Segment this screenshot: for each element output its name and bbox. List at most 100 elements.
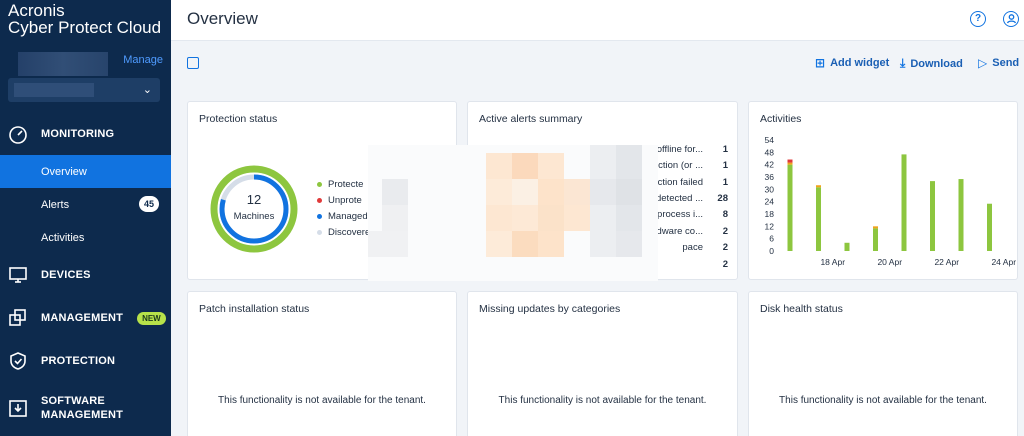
alert-name: offline for... bbox=[656, 144, 703, 155]
brand-product: Cyber Protect Cloud bbox=[8, 18, 162, 37]
alert-count: 1 bbox=[722, 144, 728, 155]
manage-link[interactable]: Manage bbox=[123, 54, 163, 66]
activity-bar-segment-1[interactable] bbox=[873, 226, 878, 229]
activity-bar-segment-0[interactable] bbox=[787, 164, 793, 251]
widget-missing-updates: Missing updates by categories This funct… bbox=[467, 291, 738, 436]
nav-section-label: SOFTWARE MANAGEMENT bbox=[41, 394, 123, 422]
alert-name: ction failed bbox=[657, 177, 703, 188]
unavailable-message: This functionality is not available for … bbox=[218, 395, 426, 406]
alert-count: 28 bbox=[717, 193, 728, 204]
activity-bar-segment-1[interactable] bbox=[787, 162, 793, 165]
widget-title: Patch installation status bbox=[199, 303, 310, 315]
send-button[interactable]: ▷ Send bbox=[978, 56, 1019, 70]
alert-name: pace bbox=[682, 242, 703, 253]
nav-section-label: MONITORING bbox=[41, 128, 115, 140]
alert-count: 8 bbox=[722, 209, 728, 220]
nav-section-monitoring[interactable]: MONITORING bbox=[0, 120, 171, 148]
nav-section-label: MANAGEMENT bbox=[41, 312, 124, 324]
legend-label: Discovere bbox=[328, 227, 371, 238]
donut-center-label: Machines bbox=[233, 211, 275, 222]
alert-name: dware co... bbox=[656, 226, 703, 237]
widget-disk-health: Disk health status This functionality is… bbox=[748, 291, 1018, 436]
gauge-icon bbox=[8, 124, 28, 144]
activity-bar-segment-0[interactable] bbox=[844, 242, 850, 251]
nav-label-line1: SOFTWARE bbox=[41, 395, 105, 407]
nav-section-management[interactable]: MANAGEMENT NEW bbox=[0, 304, 171, 332]
y-tick-label: 18 bbox=[765, 209, 775, 219]
add-widget-button[interactable]: ⊞ Add widget bbox=[815, 56, 889, 70]
tenant-selector[interactable]: ⌄ bbox=[8, 78, 160, 102]
download-icon: ⤓ bbox=[900, 56, 906, 70]
x-tick-label: 22 Apr bbox=[934, 257, 959, 267]
widget-title: Missing updates by categories bbox=[479, 303, 621, 315]
y-tick-label: 48 bbox=[765, 147, 775, 157]
legend-label: Unprote bbox=[328, 195, 362, 206]
nav-label-line2: MANAGEMENT bbox=[41, 409, 124, 421]
y-tick-label: 36 bbox=[765, 172, 775, 182]
activity-bar-segment-0[interactable] bbox=[816, 187, 821, 251]
sidebar-item-label: Alerts bbox=[41, 198, 70, 211]
sidebar-item-activities[interactable]: Activities bbox=[0, 221, 171, 254]
alert-count: 1 bbox=[722, 177, 728, 188]
protection-donut bbox=[210, 165, 298, 253]
legend-dot bbox=[317, 230, 322, 235]
legend-dot bbox=[317, 214, 322, 219]
widget-title: Disk health status bbox=[760, 303, 843, 315]
y-tick-label: 42 bbox=[765, 160, 775, 170]
widget-patch-installation: Patch installation status This functiona… bbox=[187, 291, 457, 436]
activity-bar-segment-2[interactable] bbox=[787, 159, 793, 163]
activity-bar-segment-0[interactable] bbox=[930, 181, 935, 251]
alert-count: 2 bbox=[722, 259, 728, 270]
top-header: Overview ? bbox=[171, 0, 1024, 41]
legend-dot bbox=[317, 198, 322, 203]
nav-section-label: DEVICES bbox=[41, 269, 91, 281]
legend-managed[interactable]: Managed bbox=[317, 211, 368, 222]
alert-count: 1 bbox=[722, 160, 728, 171]
brand-logo: Acronis Cyber Protect Cloud bbox=[8, 2, 161, 36]
legend-protected[interactable]: Protecte bbox=[317, 179, 363, 190]
sidebar-item-label: Overview bbox=[41, 165, 87, 178]
legend-dot bbox=[317, 182, 322, 187]
nav-section-devices[interactable]: DEVICES bbox=[0, 261, 171, 289]
page-title: Overview bbox=[187, 9, 258, 28]
activities-chart: 0 6 12 18 24 30 36 42 48 54 18 Apr 20 Apr 22 Apr 24 A… bbox=[765, 135, 1017, 267]
management-icon bbox=[8, 308, 28, 328]
tenant-row: Manage bbox=[8, 52, 163, 76]
sidebar-item-overview[interactable]: Overview bbox=[0, 155, 171, 188]
expand-icon[interactable] bbox=[187, 57, 199, 69]
redaction-overlay bbox=[368, 145, 658, 281]
alert-count: 2 bbox=[722, 242, 728, 253]
x-tick-label: 20 Apr bbox=[877, 257, 902, 267]
activity-bar-segment-0[interactable] bbox=[873, 228, 878, 251]
help-icon[interactable]: ? bbox=[970, 11, 986, 27]
monitor-icon bbox=[8, 265, 28, 285]
nav-section-protection[interactable]: PROTECTION bbox=[0, 347, 171, 375]
y-tick-label: 12 bbox=[765, 221, 775, 231]
sidebar: Acronis Cyber Protect Cloud Manage ⌄ MON… bbox=[0, 0, 171, 436]
activity-bar-segment-1[interactable] bbox=[816, 185, 821, 188]
sidebar-item-alerts[interactable]: Alerts 45 bbox=[0, 188, 171, 221]
send-label: Send bbox=[992, 57, 1020, 69]
activity-bar-segment-0[interactable] bbox=[958, 179, 964, 251]
alert-count: 2 bbox=[722, 226, 728, 237]
pixelation-mosaic bbox=[368, 145, 658, 281]
nav-section-label: PROTECTION bbox=[41, 355, 116, 367]
new-badge: NEW bbox=[137, 311, 166, 325]
download-label: Download bbox=[910, 57, 963, 70]
tenant-selector-redacted bbox=[14, 83, 94, 97]
user-icon[interactable] bbox=[1003, 11, 1019, 27]
plus-square-icon: ⊞ bbox=[815, 56, 826, 70]
download-button[interactable]: ⤓ Download bbox=[900, 56, 963, 71]
legend-discovered[interactable]: Discovere bbox=[317, 227, 370, 238]
legend-unprotected[interactable]: Unprote bbox=[317, 195, 362, 206]
dashboard-toolbar: ⊞ Add widget ⤓ Download ▷ Send bbox=[171, 41, 1024, 85]
widget-title: Activities bbox=[760, 113, 802, 125]
nav-section-software-management[interactable]: SOFTWARE MANAGEMENT bbox=[0, 392, 171, 424]
activity-bar-segment-0[interactable] bbox=[901, 154, 907, 251]
shield-icon bbox=[8, 351, 28, 371]
activity-bar-segment-0[interactable] bbox=[987, 203, 992, 251]
alerts-count-badge: 45 bbox=[139, 196, 159, 212]
brand-name: Acronis bbox=[8, 1, 65, 20]
sidebar-item-label: Activities bbox=[41, 231, 85, 244]
y-tick-label: 6 bbox=[769, 234, 774, 244]
